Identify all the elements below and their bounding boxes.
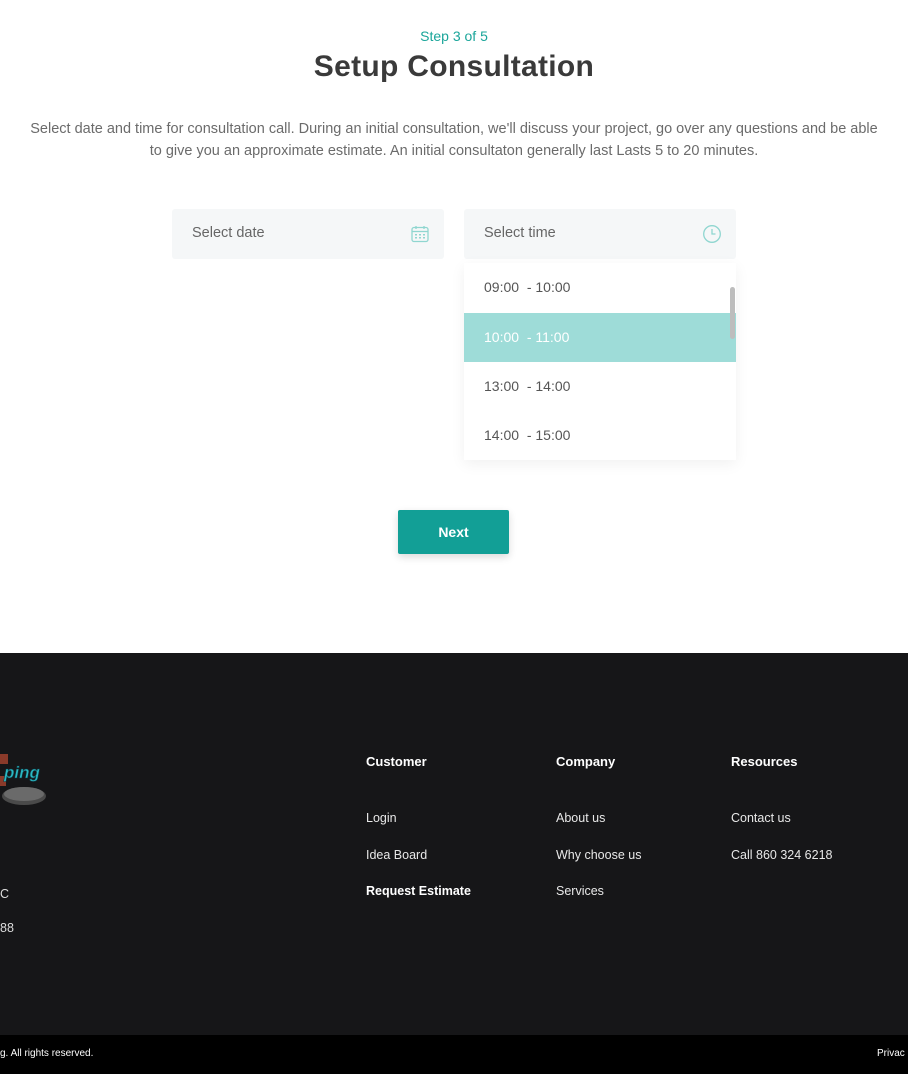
time-option-label: 09:00 - 10:00 xyxy=(484,279,571,295)
time-option-label: 10:00 - 11:00 xyxy=(484,329,570,345)
footer: ping C 88 Customer Login Idea Board Requ… xyxy=(0,653,908,1035)
time-picker-field[interactable]: Select time xyxy=(464,209,736,259)
footer-link-services[interactable]: Services xyxy=(556,884,604,898)
footer-bottom-bar: g. All rights reserved. Privac xyxy=(0,1035,908,1074)
dropdown-scrollbar[interactable] xyxy=(730,287,735,339)
footer-link-phone[interactable]: Call 860 324 6218 xyxy=(731,848,832,862)
page-title: Setup Consultation xyxy=(313,50,595,83)
footer-link-login[interactable]: Login xyxy=(366,811,397,825)
footer-link-idea-board[interactable]: Idea Board xyxy=(366,848,427,862)
footer-link-contact-us[interactable]: Contact us xyxy=(731,811,791,825)
footer-heading-company: Company xyxy=(556,754,616,769)
footer-link-why-choose-us[interactable]: Why choose us xyxy=(556,848,641,862)
next-button[interactable]: Next xyxy=(398,510,509,554)
company-logo: ping xyxy=(0,754,46,805)
privacy-link[interactable]: Privac xyxy=(877,1048,905,1059)
step-indicator: Step 3 of 5 xyxy=(420,28,488,44)
footer-heading-resources: Resources xyxy=(731,754,798,769)
date-placeholder: Select date xyxy=(192,225,265,241)
calendar-icon xyxy=(411,226,429,243)
time-option[interactable]: 09:00 - 10:00 xyxy=(464,263,736,312)
clock-icon xyxy=(703,225,721,243)
footer-link-request-estimate[interactable]: Request Estimate xyxy=(366,884,471,898)
copyright-text: g. All rights reserved. xyxy=(0,1048,94,1059)
footer-heading-customer: Customer xyxy=(366,754,427,769)
footer-link-about-us[interactable]: About us xyxy=(556,811,605,825)
time-options-dropdown[interactable]: 09:00 - 10:00 10:00 - 11:00 13:00 - 14:0… xyxy=(464,263,736,460)
time-option[interactable]: 13:00 - 14:00 xyxy=(464,362,736,411)
svg-text:ping: ping xyxy=(3,763,40,782)
company-number-partial: 88 xyxy=(0,921,14,935)
company-name-partial: C xyxy=(0,887,10,901)
consultation-section: Step 3 of 5 Setup Consultation Select da… xyxy=(0,0,908,653)
time-option[interactable]: 14:00 - 15:00 xyxy=(464,411,736,460)
time-placeholder: Select time xyxy=(484,225,556,241)
time-option-selected[interactable]: 10:00 - 11:00 xyxy=(464,313,736,362)
time-option-label: 13:00 - 14:00 xyxy=(484,378,571,394)
date-picker-field[interactable]: Select date xyxy=(172,209,444,259)
time-option-label: 14:00 - 15:00 xyxy=(484,427,571,443)
description: Select date and time for consultation ca… xyxy=(30,121,878,159)
